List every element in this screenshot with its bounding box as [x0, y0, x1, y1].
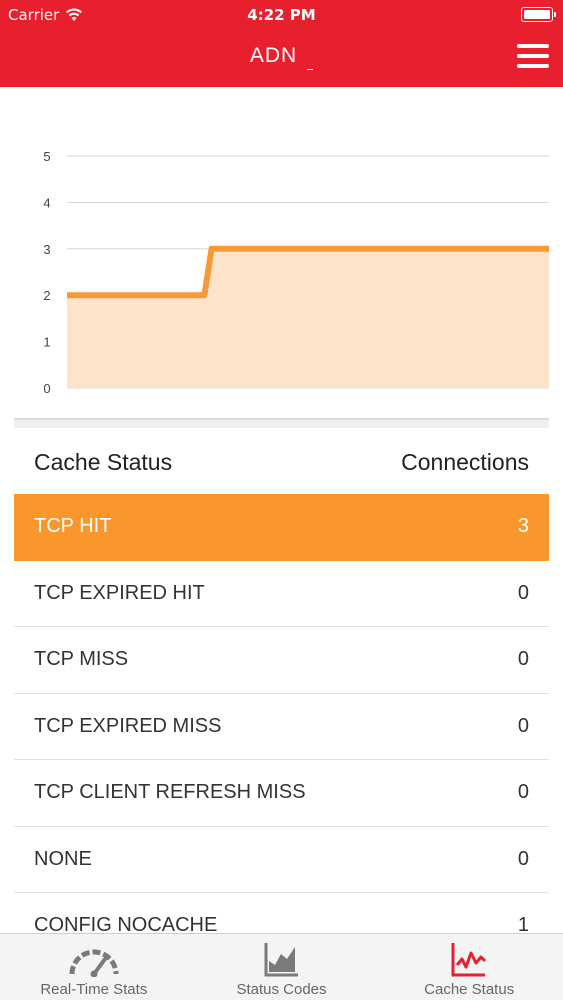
row-label: TCP HIT — [34, 515, 112, 538]
row-label: TCP EXPIRED HIT — [34, 581, 205, 604]
y-tick-label: 4 — [43, 195, 50, 210]
tab-label: Real-Time Stats — [40, 981, 148, 998]
title-cursor — [307, 69, 314, 70]
row-label: NONE — [34, 847, 92, 870]
tab-label: Status Codes — [236, 981, 327, 998]
table-row[interactable]: TCP CLIENT REFRESH MISS 0 — [14, 760, 549, 827]
table-row[interactable]: NONE 0 — [14, 827, 549, 893]
row-label: TCP MISS — [34, 648, 129, 671]
row-label: TCP EXPIRED MISS — [34, 714, 222, 737]
battery-icon — [521, 7, 556, 22]
table-row[interactable]: TCP MISS 0 — [14, 627, 549, 694]
y-tick-label: 1 — [43, 335, 50, 350]
app-header: Carrier 4:22 PM ADN — [0, 0, 563, 87]
table-row[interactable]: TCP EXPIRED HIT 0 — [14, 561, 549, 627]
tab-bar: Real-Time Stats Status Codes Cache Statu… — [0, 933, 563, 1000]
y-tick-label: 3 — [43, 242, 50, 257]
cache-status-list: TCP HIT 3 TCP EXPIRED HIT 0 TCP MISS 0 T… — [14, 494, 549, 960]
line-chart-icon — [451, 943, 487, 977]
row-label: TCP CLIENT REFRESH MISS — [34, 781, 306, 804]
gauge-icon — [69, 949, 119, 977]
row-value: 0 — [517, 714, 529, 737]
area-chart-icon — [264, 943, 298, 977]
section-gap — [14, 420, 549, 428]
hamburger-menu-icon[interactable] — [517, 44, 549, 69]
row-value: 0 — [517, 847, 529, 870]
tab-cache-status[interactable]: Cache Status — [375, 934, 563, 1000]
y-tick-label: 2 — [43, 288, 50, 303]
status-bar: Carrier 4:22 PM — [0, 0, 563, 30]
y-tick-label: 5 — [43, 149, 50, 164]
table-header: Cache Status Connections — [14, 430, 549, 494]
connections-chart: 5 4 3 2 1 0 — [0, 87, 563, 420]
column-header-connections: Connections — [401, 448, 529, 475]
tab-status-codes[interactable]: Status Codes — [188, 934, 376, 1000]
chart-svg: 5 4 3 2 1 0 — [43, 149, 549, 396]
table-row[interactable]: TCP EXPIRED MISS 0 — [14, 694, 549, 760]
page-title: ADN — [0, 44, 563, 70]
row-value: 0 — [517, 781, 529, 804]
row-value: 0 — [517, 581, 529, 604]
page-title-text: ADN — [249, 44, 298, 67]
series-area — [67, 248, 549, 388]
clock: 4:22 PM — [247, 6, 316, 24]
y-tick-label: 0 — [43, 381, 50, 396]
tab-real-time-stats[interactable]: Real-Time Stats — [0, 934, 188, 1000]
column-header-cache-status: Cache Status — [34, 448, 173, 475]
table-row[interactable]: TCP HIT 3 — [14, 494, 549, 561]
tab-label: Cache Status — [424, 981, 515, 998]
row-value: 0 — [517, 648, 529, 671]
row-value: 3 — [517, 515, 529, 538]
